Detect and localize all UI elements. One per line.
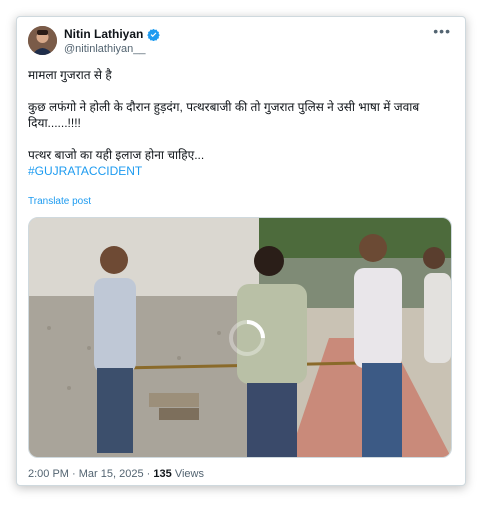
post-time[interactable]: 2:00 PM bbox=[28, 468, 69, 480]
post-line-2: कुछ लफंगो ने होली के दौरान हुड़दंग, पत्थ… bbox=[28, 100, 420, 130]
post-text: मामला गुजरात से है कुछ लफंगो ने होली के … bbox=[28, 67, 454, 179]
author-handle[interactable]: @nitinlathiyan__ bbox=[64, 43, 146, 55]
views-count: 135 bbox=[153, 468, 172, 480]
views-label: Views bbox=[174, 468, 204, 480]
post-line-1: मामला गुजरात से है bbox=[28, 68, 112, 82]
verified-badge-icon bbox=[147, 28, 161, 41]
hashtag-link[interactable]: #GUJRATACCIDENT bbox=[28, 163, 454, 179]
avatar[interactable] bbox=[28, 26, 57, 55]
meta-separator: · bbox=[72, 468, 76, 480]
more-options-icon[interactable]: ••• bbox=[433, 23, 451, 39]
meta-separator: · bbox=[146, 468, 151, 480]
author-name[interactable]: Nitin Lathiyan bbox=[64, 27, 143, 41]
author-row: Nitin Lathiyan bbox=[64, 27, 161, 41]
post-meta: 2:00 PM · Mar 15, 2025 · 135 Views bbox=[28, 468, 204, 480]
video-scene bbox=[29, 218, 451, 457]
post-date[interactable]: Mar 15, 2025 bbox=[79, 468, 144, 480]
post-line-3: पत्थर बाजो का यही इलाज होना चाहिए... bbox=[28, 148, 205, 162]
video-thumbnail[interactable] bbox=[28, 217, 452, 458]
translate-post-link[interactable]: Translate post bbox=[28, 196, 91, 207]
post-card: Nitin Lathiyan @nitinlathiyan__ ••• मामल… bbox=[16, 16, 466, 486]
